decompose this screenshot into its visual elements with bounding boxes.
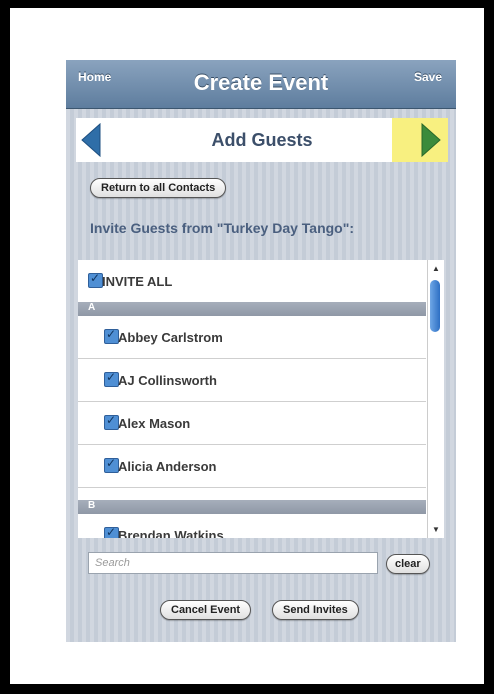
scrollbar-thumb[interactable]: [430, 280, 440, 332]
save-button[interactable]: Save: [414, 70, 442, 84]
section-letter: B: [88, 500, 96, 511]
contact-row[interactable]: Alex Mason: [78, 402, 426, 445]
contact-checkbox[interactable]: [104, 413, 119, 430]
section-header-a: A: [78, 302, 426, 316]
section-letter: A: [88, 302, 96, 313]
invite-heading: Invite Guests from "Turkey Day Tango":: [90, 220, 355, 236]
step-bar: Add Guests: [76, 118, 448, 162]
contact-name: Alicia Anderson: [118, 459, 217, 474]
contact-row[interactable]: AJ Collinsworth: [78, 359, 426, 402]
contact-checkbox[interactable]: [104, 370, 119, 387]
contact-name: Abbey Carlstrom: [118, 330, 223, 345]
nav-bar: Home Create Event Save: [66, 60, 456, 109]
contact-name: Brendan Watkins: [118, 528, 224, 538]
contact-name: AJ Collinsworth: [118, 373, 217, 388]
search-input[interactable]: [88, 552, 378, 574]
home-button[interactable]: Home: [78, 70, 111, 84]
invite-all-checkbox[interactable]: [88, 271, 103, 288]
cancel-event-button[interactable]: Cancel Event: [160, 600, 252, 620]
contact-checkbox[interactable]: [104, 456, 119, 473]
send-invites-button[interactable]: Send Invites: [272, 600, 359, 620]
return-to-contacts-button[interactable]: Return to all Contacts: [90, 178, 227, 198]
contact-name: Alex Mason: [118, 416, 191, 431]
guest-list: INVITE ALL A Abbey Carlstrom AJ Collinsw…: [78, 260, 444, 538]
contact-checkbox[interactable]: [104, 327, 119, 344]
section-header-b: B: [78, 500, 426, 514]
invite-all-row[interactable]: INVITE ALL: [78, 260, 426, 303]
contact-row[interactable]: Alicia Anderson: [78, 445, 426, 488]
page-title: Create Event: [193, 70, 329, 95]
scroll-down-icon[interactable]: ▼: [432, 525, 440, 534]
scrollbar[interactable]: ▲ ▼: [427, 260, 444, 538]
next-step-button[interactable]: [392, 118, 448, 162]
clear-button[interactable]: clear: [386, 554, 430, 574]
right-arrow-icon: [421, 123, 441, 157]
contact-row[interactable]: Brendan Watkins: [78, 514, 426, 538]
contact-checkbox[interactable]: [104, 525, 119, 538]
contact-row[interactable]: Abbey Carlstrom: [78, 316, 426, 359]
phone-screen: Home Create Event Save Add Guests Return…: [66, 60, 456, 642]
invite-all-label: INVITE ALL: [102, 274, 173, 289]
scroll-up-icon[interactable]: ▲: [432, 264, 440, 273]
